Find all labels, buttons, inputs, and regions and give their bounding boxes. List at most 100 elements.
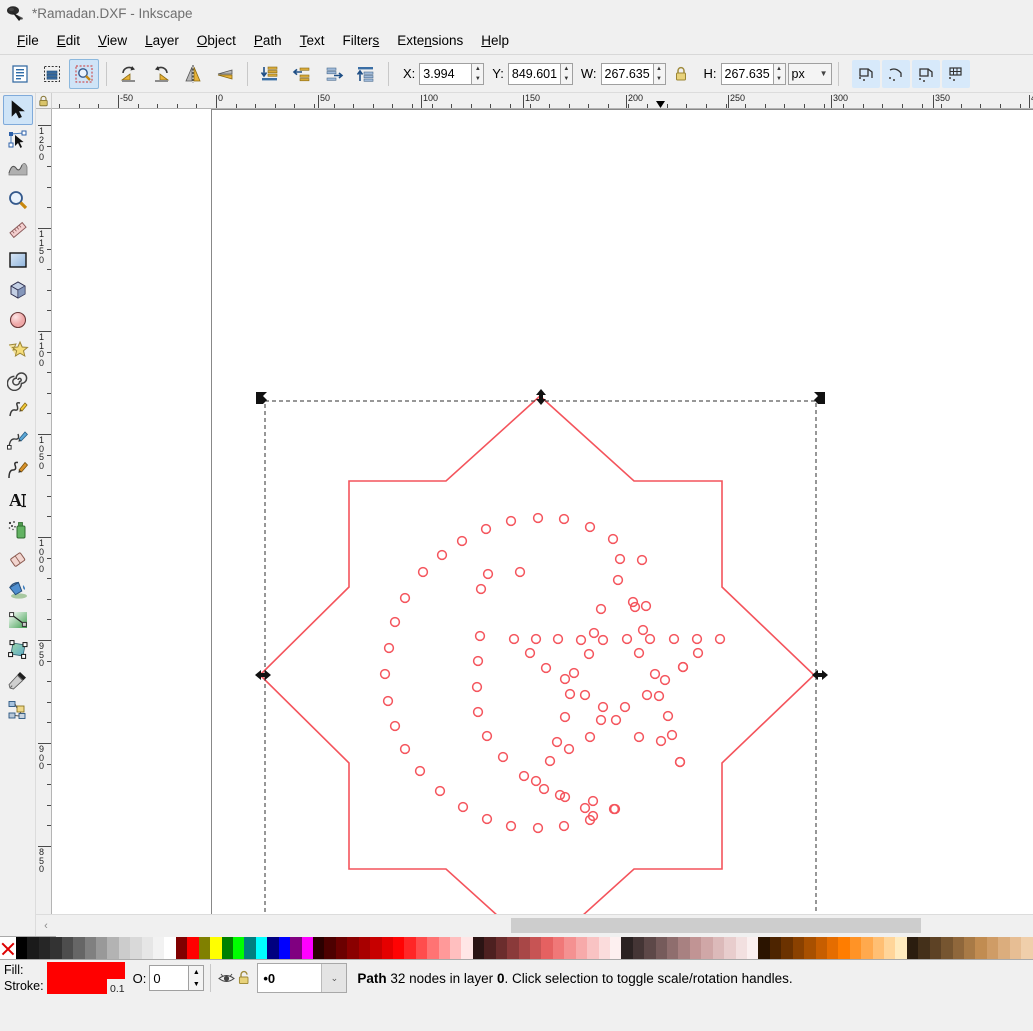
palette-swatch[interactable] — [153, 937, 165, 959]
unlocked-icon[interactable] — [235, 967, 253, 989]
palette-swatch[interactable] — [678, 937, 690, 959]
rotate-90-cw-icon[interactable] — [146, 59, 176, 89]
calligraphy-pen-icon[interactable] — [3, 455, 33, 485]
palette-swatch[interactable] — [1021, 937, 1033, 959]
mesh-gradient-icon[interactable] — [3, 635, 33, 665]
fill-swatch[interactable] — [46, 962, 125, 979]
palette-swatch[interactable] — [16, 937, 28, 959]
palette-swatch[interactable] — [438, 937, 451, 959]
palette-swatch[interactable] — [370, 937, 382, 959]
chevron-down-icon[interactable]: ⌄ — [321, 964, 347, 992]
palette-swatch[interactable] — [655, 937, 668, 959]
palette-swatch[interactable] — [598, 937, 610, 959]
palette-swatch[interactable] — [233, 937, 245, 959]
palette-swatch[interactable] — [507, 937, 519, 959]
canvas[interactable] — [52, 109, 1033, 914]
eight-point-star-outline[interactable] — [258, 394, 816, 914]
clip-icon[interactable] — [911, 59, 940, 88]
palette-swatch[interactable] — [792, 937, 805, 959]
palette-swatch[interactable] — [255, 937, 268, 959]
palette-swatch[interactable] — [50, 937, 62, 959]
eraser-icon[interactable] — [3, 545, 33, 575]
connector-icon[interactable] — [3, 695, 33, 725]
palette-swatch[interactable] — [347, 937, 359, 959]
pencil-tool[interactable] — [3, 395, 33, 425]
palette-swatch[interactable] — [552, 937, 565, 959]
ellipse-tool[interactable] — [3, 305, 33, 335]
palette-swatch[interactable] — [884, 937, 896, 959]
palette-swatch[interactable] — [906, 937, 919, 959]
group-icon[interactable] — [851, 59, 880, 88]
palette-swatch[interactable] — [769, 937, 782, 959]
bezier-pen-icon[interactable] — [3, 425, 33, 455]
spray-can-icon[interactable] — [3, 515, 33, 545]
palette-swatch[interactable] — [175, 937, 188, 959]
palette-swatch[interactable] — [735, 937, 747, 959]
menu-text[interactable]: Text — [291, 30, 334, 51]
horizontal-ruler[interactable]: -50 0 50 100 150 200 250 300 350 40 — [52, 93, 1033, 109]
palette-swatch[interactable] — [895, 937, 907, 959]
y-input[interactable] — [507, 62, 560, 85]
paint-bucket-icon[interactable] — [3, 575, 33, 605]
palette-swatch[interactable] — [38, 937, 51, 959]
palette-swatch[interactable] — [712, 937, 725, 959]
opacity-spin-buttons[interactable]: ▲ ▼ — [189, 965, 205, 991]
palette-swatch[interactable] — [164, 937, 176, 959]
scroll-track[interactable] — [56, 914, 1033, 937]
flip-horizontal-icon[interactable] — [178, 59, 208, 89]
menu-layer[interactable]: Layer — [136, 30, 188, 51]
palette-swatch[interactable] — [609, 937, 622, 959]
palette-swatch[interactable] — [210, 937, 222, 959]
palette-swatch[interactable] — [781, 937, 793, 959]
menu-file[interactable]: File — [8, 30, 48, 51]
palette-swatch[interactable] — [312, 937, 325, 959]
palette-swatch[interactable] — [747, 937, 759, 959]
palette-swatch[interactable] — [621, 937, 633, 959]
stroke-swatch[interactable] — [46, 979, 107, 994]
deselect-icon[interactable] — [69, 58, 99, 89]
menu-object[interactable]: Object — [188, 30, 245, 51]
unit-select[interactable]: px ▼ — [787, 62, 832, 85]
palette-swatch[interactable] — [278, 937, 291, 959]
h-spin-buttons[interactable]: ▲ ▼ — [772, 62, 786, 85]
eyedropper-icon[interactable] — [3, 665, 33, 695]
palette-swatch[interactable] — [335, 937, 348, 959]
palette-swatch[interactable] — [301, 937, 313, 959]
raise-to-top-icon[interactable] — [351, 59, 381, 89]
selection-handles[interactable] — [255, 389, 828, 914]
eye-icon[interactable] — [217, 967, 235, 989]
palette-swatch[interactable] — [118, 937, 131, 959]
palette-swatch[interactable] — [564, 937, 576, 959]
palette-swatch[interactable] — [918, 937, 930, 959]
horizontal-scrollbar[interactable]: ‹ — [36, 914, 1033, 937]
palette-swatch[interactable] — [724, 937, 736, 959]
raise-icon[interactable] — [319, 59, 349, 89]
palette-swatch[interactable] — [929, 937, 942, 959]
palette-swatch[interactable] — [701, 937, 713, 959]
palette-swatch[interactable] — [644, 937, 656, 959]
palette-swatch[interactable] — [941, 937, 953, 959]
palette-swatch[interactable] — [244, 937, 256, 959]
fill-stroke-swatches[interactable]: 0.1 — [46, 961, 125, 995]
h-stepper[interactable]: ▲▼ — [720, 62, 786, 85]
palette-swatch[interactable] — [826, 937, 839, 959]
palette-swatch[interactable] — [495, 937, 508, 959]
palette-swatch[interactable] — [861, 937, 873, 959]
palette-swatch[interactable] — [381, 937, 393, 959]
palette-swatch[interactable] — [587, 937, 599, 959]
palette-swatch[interactable] — [84, 937, 96, 959]
palette-swatch[interactable] — [815, 937, 827, 959]
w-stepper[interactable]: ▲▼ — [600, 62, 666, 85]
palette-swatch[interactable] — [529, 937, 542, 959]
menu-filters[interactable]: Filters — [333, 30, 388, 51]
palette-swatch[interactable] — [667, 937, 679, 959]
node-tool[interactable] — [3, 125, 33, 155]
palette-swatch-none[interactable] — [0, 937, 16, 959]
palette-swatch[interactable] — [998, 937, 1010, 959]
palette-swatch[interactable] — [952, 937, 965, 959]
layer-select[interactable]: •0 ⌄ — [257, 963, 348, 993]
palette-swatch[interactable] — [632, 937, 645, 959]
palette-swatch[interactable] — [838, 937, 850, 959]
opacity-input[interactable] — [149, 965, 190, 991]
text-tool[interactable]: A — [3, 485, 33, 515]
